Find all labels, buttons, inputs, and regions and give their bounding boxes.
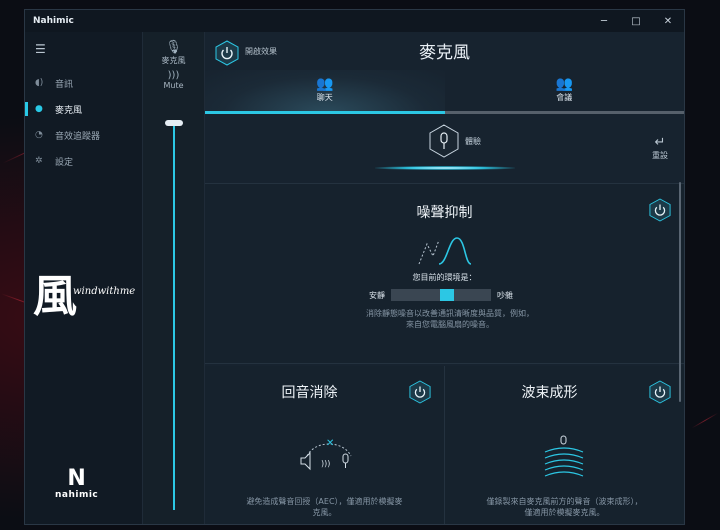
group-icon: 👥 <box>555 76 573 92</box>
noisy-label: 吵雜 <box>497 290 513 300</box>
echo-cancel-icon: ✕ ))) <box>300 438 352 471</box>
tab-chat[interactable]: 👥 聊天 <box>205 70 445 114</box>
watermark-signature: 風 windwithme <box>33 260 135 324</box>
volume-slider-thumb[interactable] <box>165 120 183 126</box>
beamforming-card: 波束成形 僅錄製來自麥克風前方的聲音（波束成形），僅適用於模擬麥克風。 <box>444 366 684 524</box>
environment-slider-row: 安靜 吵雜 <box>369 289 513 301</box>
noise-suppression-card: 噪聲抑制 您目前的環境是： 安靜 吵雜 消除靜態噪音以改善通訊清晰度與品質，例如… <box>205 184 684 364</box>
minimize-button[interactable]: ─ <box>588 16 620 27</box>
sidebar-item-label: 音效追蹤器 <box>55 131 101 142</box>
main-panel: 開啟效果 麥克風 👥 聊天 👥 會議 體驗 ↵ 重設 噪聲抑制 您目前的環境是：… <box>205 32 684 524</box>
reset-button[interactable]: ↵ 重設 <box>652 136 668 161</box>
sidebar-item-label: 設定 <box>55 157 74 168</box>
tab-label: 會議 <box>556 93 573 102</box>
sidebar-item-microphone[interactable]: ● 麥克風 <box>25 96 142 122</box>
app-window: Nahimic ─ □ ✕ ☰ ◖) 音訊 ● 麥克風 ◔ 音效追蹤器 ✲ 設定 <box>24 9 685 525</box>
sidebar: ☰ ◖) 音訊 ● 麥克風 ◔ 音效追蹤器 ✲ 設定 風 windwithme <box>25 32 143 524</box>
profile-selection-glow <box>375 166 515 170</box>
sound-tracker-icon: ◔ <box>35 130 43 140</box>
sidebar-item-settings[interactable]: ✲ 設定 <box>25 148 142 174</box>
speaker-icon: ◖) <box>35 78 44 88</box>
window-title: Nahimic <box>33 16 74 26</box>
close-button[interactable]: ✕ <box>652 16 684 27</box>
tab-meeting[interactable]: 👥 會議 <box>445 70 685 114</box>
noise-suppression-description: 消除靜態噪音以改善通訊清晰度與品質，例如，來自您電腦風扇的噪音。 <box>366 309 534 329</box>
maximize-button[interactable]: □ <box>620 16 652 27</box>
sound-waves-icon: ))) <box>167 70 180 81</box>
users-icon: 👥 <box>316 76 334 92</box>
environment-prompt: 您目前的環境是： <box>412 273 477 282</box>
echo-cancellation-card: 回音消除 ✕ ))) 避免造成聲音回授（AEC），僅適用於模擬麥克風。 <box>205 366 444 524</box>
reset-arrow-icon: ↵ <box>654 135 666 150</box>
svg-text:))): ))) <box>321 459 330 468</box>
beamforming-power-button[interactable] <box>649 380 671 404</box>
beamforming-title: 波束成形 <box>521 385 578 401</box>
feature-cards-row: 回音消除 ✕ ))) 避免造成聲音回授（AEC），僅適用於模擬麥克風。 波束成形… <box>205 366 684 524</box>
echo-cancellation-power-button[interactable] <box>409 380 431 404</box>
profile-microphone-icon[interactable] <box>429 124 459 158</box>
nahimic-wordmark: nahimic <box>55 490 99 500</box>
quiet-label: 安靜 <box>369 290 385 300</box>
gear-icon: ✲ <box>35 156 43 166</box>
title-bar: Nahimic ─ □ ✕ <box>25 10 684 32</box>
page-title: 麥克風 <box>419 43 470 63</box>
sidebar-nav: ◖) 音訊 ● 麥克風 ◔ 音效追蹤器 ✲ 設定 <box>25 70 142 174</box>
microphone-device-icon[interactable]: 🎙 <box>143 40 204 55</box>
sidebar-item-label: 麥克風 <box>55 105 83 116</box>
sidebar-item-sound-tracker[interactable]: ◔ 音效追蹤器 <box>25 122 142 148</box>
environment-slider-thumb[interactable] <box>440 289 454 301</box>
header: 開啟效果 麥克風 <box>205 32 684 70</box>
sidebar-item-audio[interactable]: ◖) 音訊 <box>25 70 142 96</box>
microphone-icon: ● <box>35 104 43 114</box>
volume-slider-track[interactable] <box>173 122 175 510</box>
svg-text:✕: ✕ <box>326 438 334 449</box>
mute-label[interactable]: Mute <box>143 81 204 90</box>
hamburger-menu-icon[interactable]: ☰ <box>35 42 46 56</box>
nahimic-logo: N nahimic <box>55 466 99 501</box>
device-column: 🎙 麥克風 ))) Mute <box>143 32 205 524</box>
beamforming-description: 僅錄製來自麥克風前方的聲音（波束成形），僅適用於模擬麥克風。 <box>486 497 643 517</box>
tab-label: 聊天 <box>316 93 333 102</box>
noise-waveform-icon <box>418 237 472 265</box>
sidebar-item-label: 音訊 <box>55 79 74 90</box>
noise-suppression-title: 噪聲抑制 <box>416 205 473 221</box>
echo-cancellation-title: 回音消除 <box>281 385 338 401</box>
nahimic-mark-icon: N <box>67 466 86 491</box>
noise-suppression-power-button[interactable] <box>649 198 671 222</box>
environment-slider[interactable] <box>391 289 491 301</box>
watermark-kanji: 風 <box>33 271 77 322</box>
profile-label: 體驗 <box>465 137 481 146</box>
reset-label: 重設 <box>652 151 668 160</box>
profile-row: 體驗 ↵ 重設 <box>205 114 684 184</box>
tab-bar: 👥 聊天 👥 會議 <box>205 70 684 114</box>
scrollbar-thumb[interactable] <box>679 182 681 402</box>
device-label: 麥克風 <box>161 56 186 65</box>
background-streak <box>691 412 719 429</box>
echo-cancellation-description: 避免造成聲音回授（AEC），僅適用於模擬麥克風。 <box>246 497 403 517</box>
watermark-script: windwithme <box>73 286 136 297</box>
beamforming-icon <box>544 435 584 477</box>
